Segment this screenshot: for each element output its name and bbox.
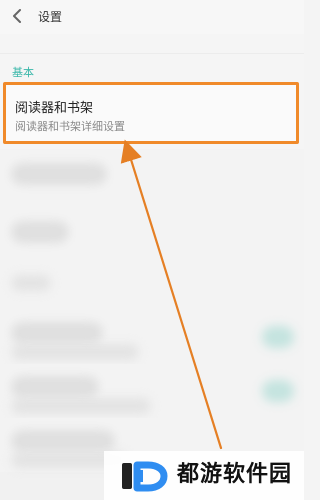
settings-screen: 设置 基本 阅读器和书架 阅读器和书架详细设置 都游软件园 — [0, 0, 304, 500]
watermark: 都游软件园 — [104, 451, 304, 500]
blurred-text — [11, 221, 69, 243]
toggle-switch[interactable] — [262, 326, 294, 348]
blurred-text — [11, 275, 51, 291]
back-button[interactable] — [10, 7, 24, 25]
settings-item-reader-shelf[interactable]: 阅读器和书架 阅读器和书架详细设置 — [3, 82, 299, 144]
list-item[interactable] — [0, 310, 304, 364]
toggle-switch[interactable] — [262, 380, 294, 402]
list-item[interactable] — [0, 364, 304, 418]
chevron-left-icon — [13, 9, 21, 23]
blurred-text — [11, 344, 139, 360]
list-item[interactable] — [0, 257, 304, 311]
list-item[interactable] — [0, 203, 304, 257]
d-logo-icon — [122, 461, 168, 492]
list-item[interactable] — [0, 149, 304, 203]
blurred-settings-list — [0, 149, 304, 500]
page-title: 设置 — [38, 10, 63, 24]
settings-item-label: 阅读器和书架 — [15, 101, 94, 116]
blurred-text — [11, 163, 107, 185]
blurred-text — [11, 430, 115, 452]
blurred-text — [11, 322, 103, 344]
settings-item-subtitle: 阅读器和书架详细设置 — [15, 120, 125, 133]
section-title: 基本 — [12, 66, 34, 79]
watermark-text: 都游软件园 — [177, 462, 293, 487]
blurred-text — [11, 376, 99, 398]
app-header: 设置 — [0, 0, 304, 34]
blurred-text — [11, 398, 151, 414]
header-divider — [0, 53, 304, 54]
